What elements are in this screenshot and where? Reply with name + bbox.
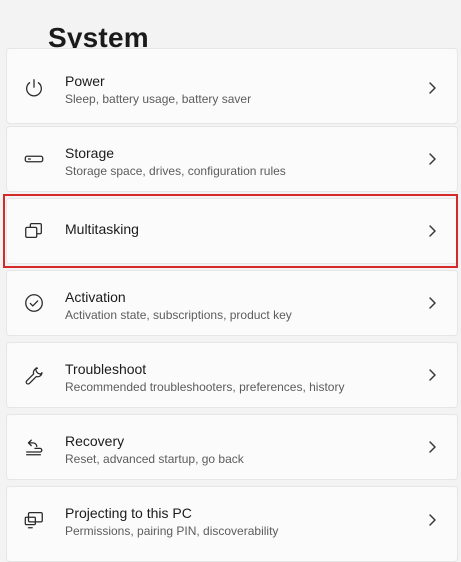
activation-check-icon <box>23 292 45 314</box>
chevron-right-icon <box>427 440 437 454</box>
chevron-right-icon <box>427 224 437 238</box>
settings-item-title: Projecting to this PC <box>65 505 192 521</box>
chevron-right-icon <box>427 81 437 95</box>
settings-item-storage[interactable]: Storage Storage space, drives, configura… <box>6 126 458 192</box>
settings-item-title: Power <box>65 73 105 89</box>
settings-item-title: Activation <box>65 289 126 305</box>
settings-item-troubleshoot[interactable]: Troubleshoot Recommended troubleshooters… <box>6 342 458 408</box>
settings-item-subtitle: Sleep, battery usage, battery saver <box>65 92 252 106</box>
settings-item-title: Storage <box>65 145 115 161</box>
settings-item-subtitle: Permissions, pairing PIN, discoverabilit… <box>65 524 279 538</box>
chevron-right-icon <box>427 152 437 166</box>
wrench-icon <box>23 364 45 386</box>
multitasking-icon <box>23 220 45 242</box>
settings-item-subtitle: Activation state, subscriptions, product… <box>65 308 292 322</box>
settings-item-power[interactable]: Power Sleep, battery usage, battery save… <box>6 48 458 124</box>
settings-item-title: Recovery <box>65 433 125 449</box>
settings-item-activation[interactable]: Activation Activation state, subscriptio… <box>6 270 458 336</box>
chevron-right-icon <box>427 296 437 310</box>
storage-icon <box>23 148 45 170</box>
settings-item-subtitle: Reset, advanced startup, go back <box>65 452 244 466</box>
chevron-right-icon <box>427 368 437 382</box>
settings-item-title: Multitasking <box>65 221 139 237</box>
settings-item-recovery[interactable]: Recovery Reset, advanced startup, go bac… <box>6 414 458 480</box>
settings-item-projecting-to-this-pc[interactable]: Projecting to this PC Permissions, pairi… <box>6 486 458 562</box>
projecting-icon <box>23 509 45 531</box>
settings-item-title: Troubleshoot <box>65 361 147 377</box>
settings-item-subtitle: Storage space, drives, configuration rul… <box>65 164 286 178</box>
power-icon <box>23 77 45 99</box>
chevron-right-icon <box>427 513 437 527</box>
settings-item-subtitle: Recommended troubleshooters, preferences… <box>65 380 345 394</box>
recovery-icon <box>23 436 45 458</box>
settings-item-multitasking[interactable]: Multitasking <box>6 198 458 264</box>
